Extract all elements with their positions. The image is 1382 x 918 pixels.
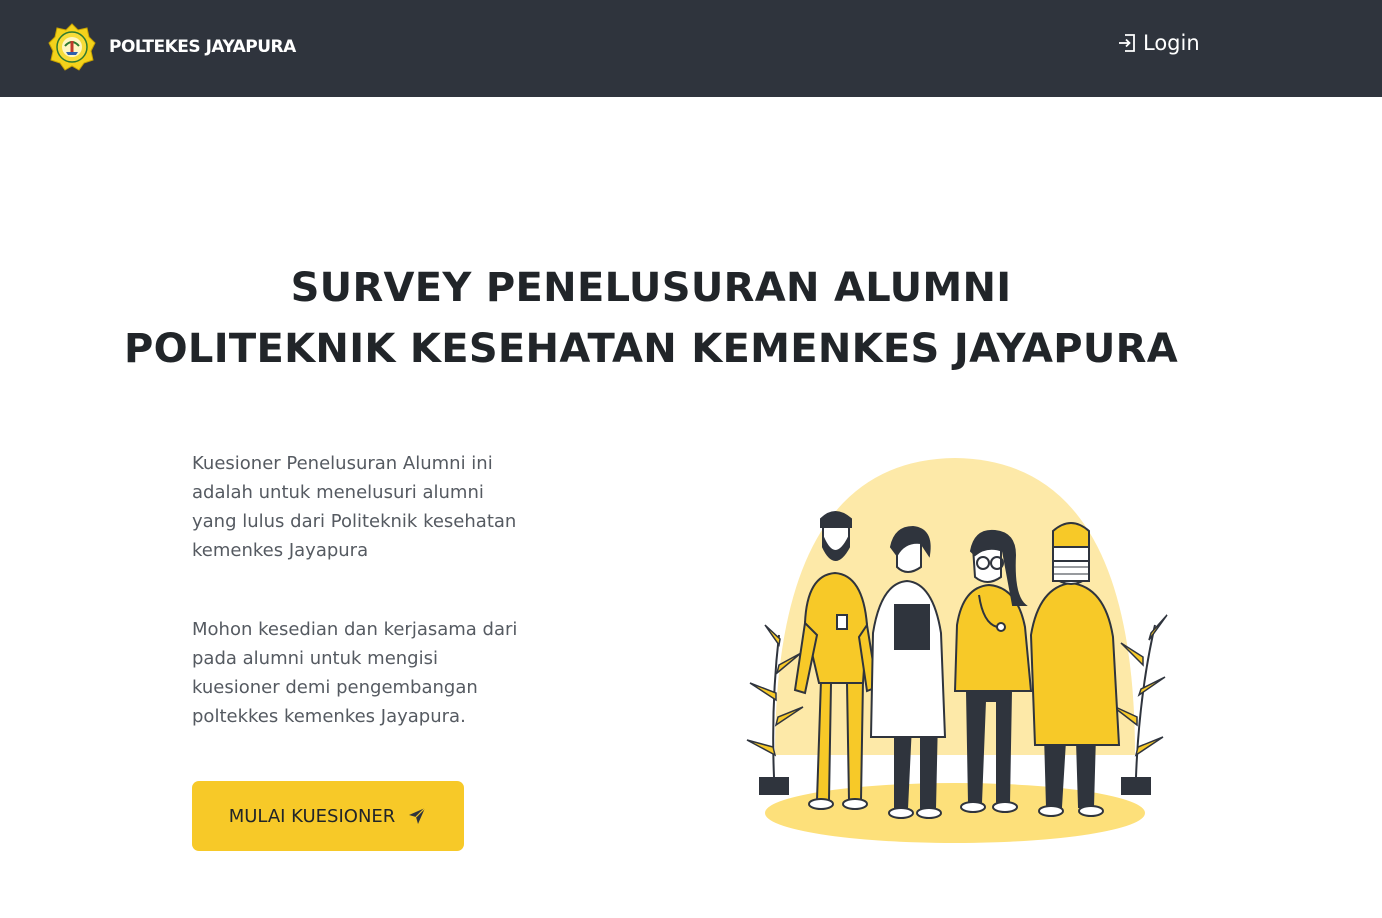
institution-logo-icon (48, 23, 96, 71)
navbar: POLTEKES JAYAPURA Login (0, 0, 1382, 97)
request-paragraph: Mohon kesedian dan kerjasama dari pada a… (192, 619, 518, 727)
intro-paragraph: Kuesioner Penelusuran Alumni ini adalah … (192, 453, 517, 561)
health-workers-illustration (746, 458, 1168, 843)
login-link[interactable]: Login (1117, 31, 1200, 55)
brand[interactable]: POLTEKES JAYAPURA (47, 22, 296, 72)
brand-name: POLTEKES JAYAPURA (109, 37, 296, 57)
start-questionnaire-label: MULAI KUESIONER (228, 805, 396, 827)
login-label: Login (1143, 31, 1200, 55)
start-questionnaire-button[interactable]: MULAI KUESIONER (192, 781, 464, 851)
login-icon (1119, 34, 1135, 52)
page-title: SURVEY PENELUSURAN ALUMNI POLITEKNIK KES… (0, 258, 1302, 380)
title-line-2: POLITEKNIK KESEHATAN KEMENKES JAYAPURA (124, 326, 1178, 372)
send-icon (409, 807, 426, 824)
title-line-1: SURVEY PENELUSURAN ALUMNI (290, 265, 1012, 311)
